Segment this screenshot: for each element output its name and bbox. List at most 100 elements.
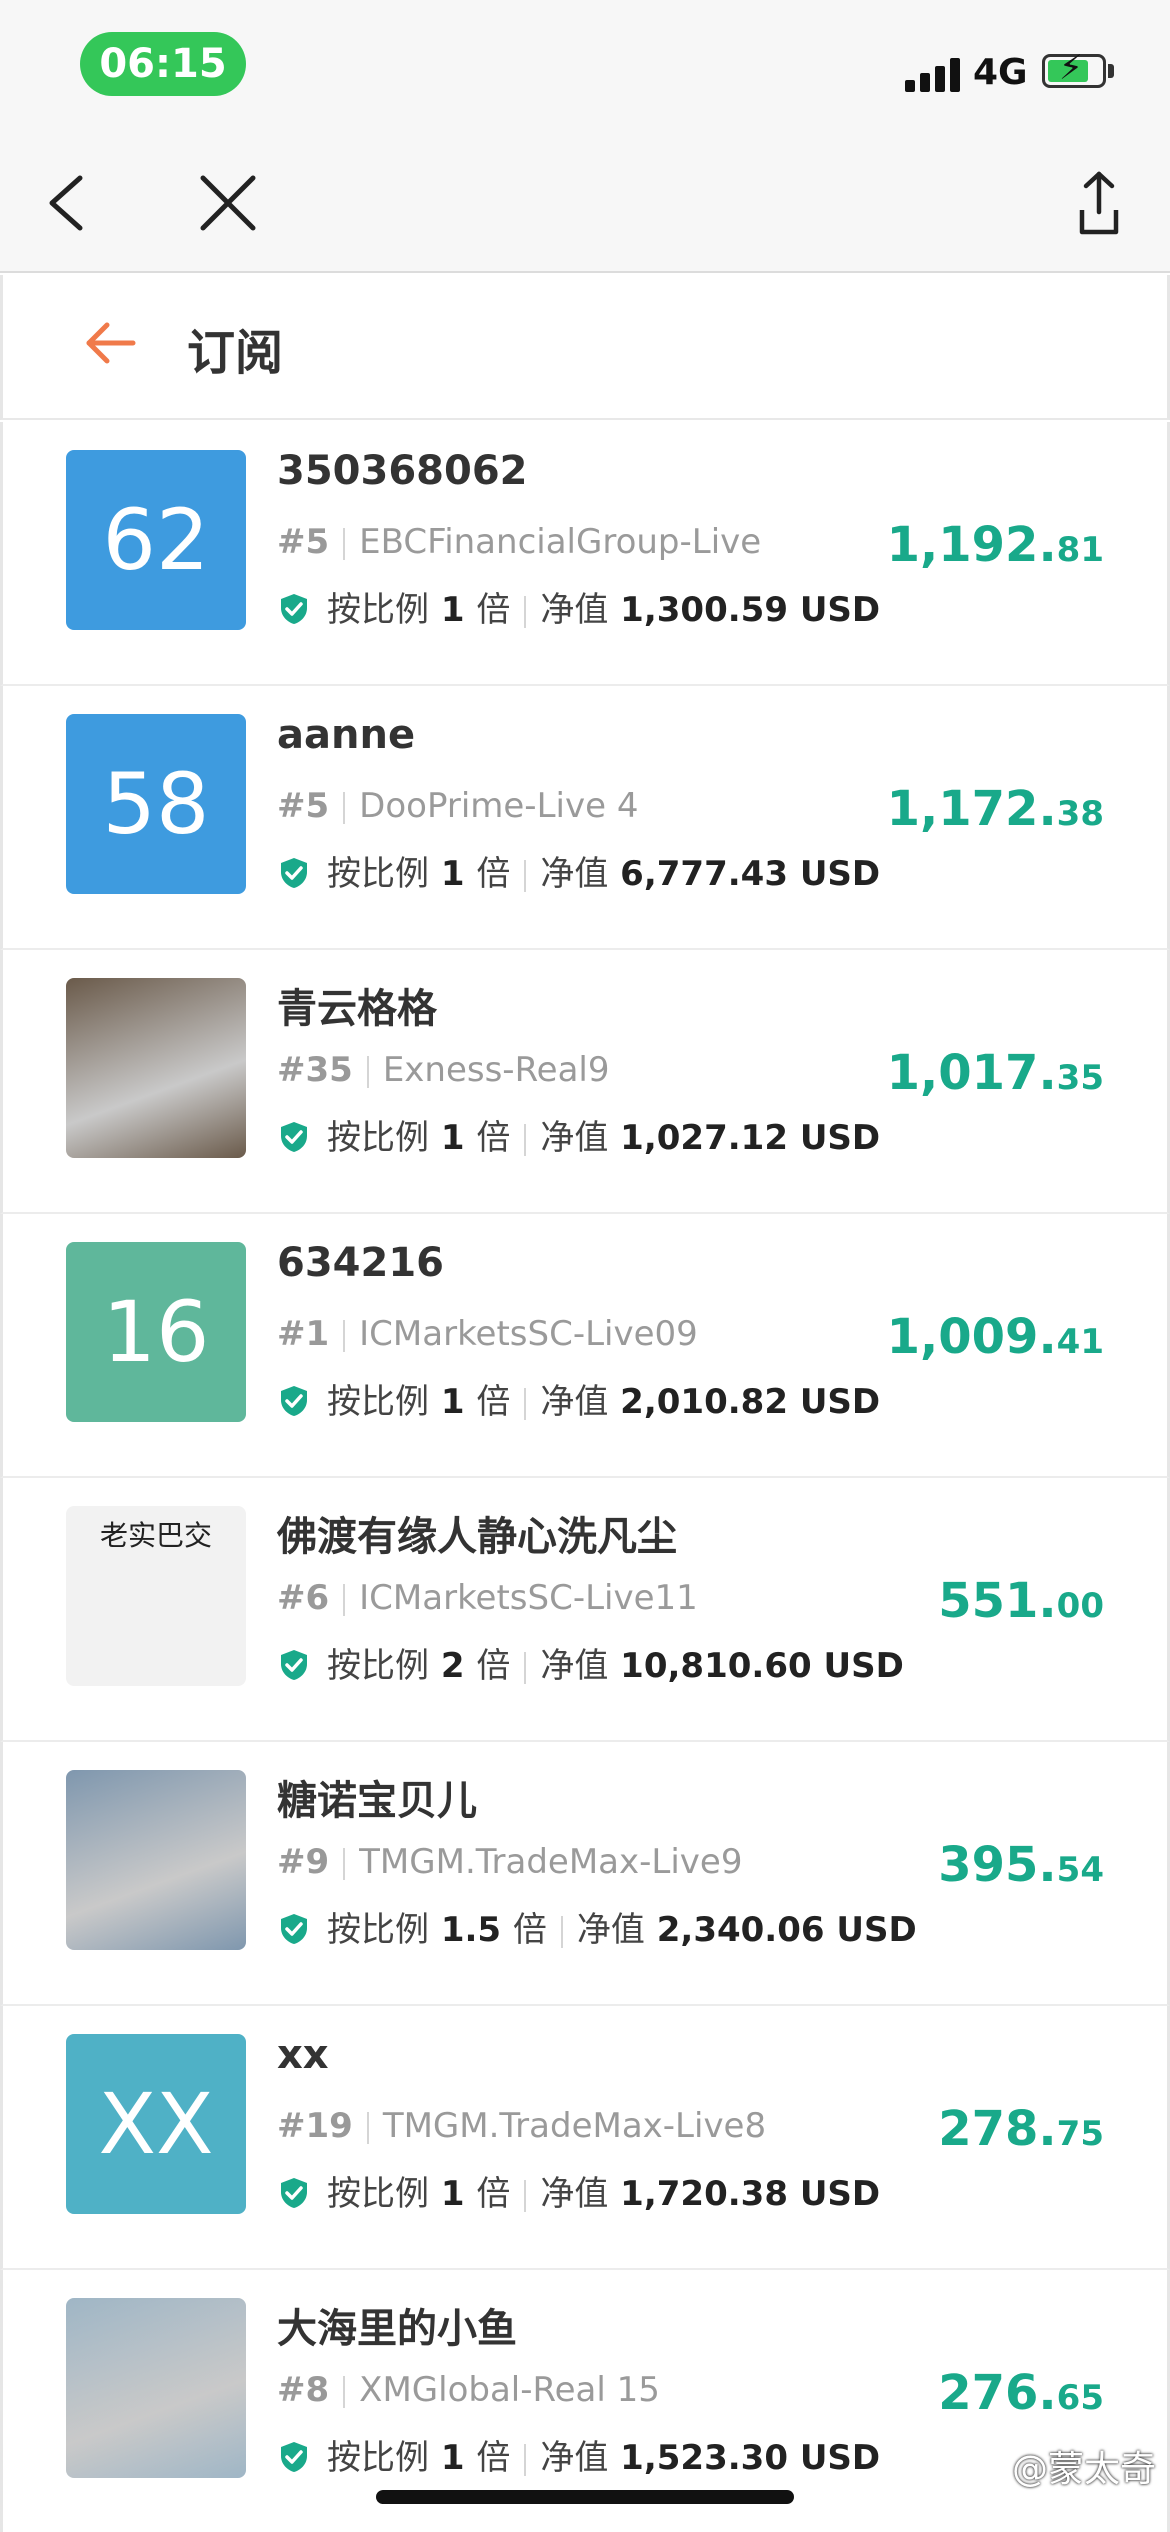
trader-meta: #35 Exness-Real9 — [277, 1050, 610, 1090]
ratio-suffix: 倍 — [476, 2174, 511, 2214]
ratio-prefix: 按比例 — [327, 1382, 429, 1422]
rank-badge: #19 — [277, 2106, 353, 2146]
signal-icon — [905, 58, 963, 92]
ratio-prefix: 按比例 — [327, 590, 429, 630]
equity-currency: USD — [811, 1646, 904, 1686]
equity-label: 净值 — [540, 1646, 609, 1686]
profit-value: 395.54 — [938, 1837, 1104, 1893]
list-item[interactable]: 老实巴交 佛渡有缘人静心洗凡尘 #6 ICMarketsSC-Live11 按比例… — [0, 1478, 1170, 1742]
equity-label: 净值 — [576, 1910, 645, 1950]
page-title: 订阅 — [187, 325, 284, 381]
ratio-suffix: 倍 — [476, 1118, 511, 1158]
equity-int: 1,720. — [608, 2174, 741, 2214]
list-item[interactable]: 16 634216 #1 ICMarketsSC-Live09 按比例 1 倍净值… — [0, 1214, 1170, 1478]
list-item[interactable]: XX xx #19 TMGM.TradeMax-Live8 按比例 1 倍净值 1… — [0, 2006, 1170, 2270]
trader-meta: #19 TMGM.TradeMax-Live8 — [277, 2106, 766, 2146]
profit-dec: 75 — [1056, 2114, 1104, 2154]
ratio-value: 2 — [429, 1646, 477, 1686]
profit-value: 1,172.38 — [887, 781, 1104, 837]
list-item[interactable]: 58 aanne #5 DooPrime-Live 4 按比例 1 倍净值 6,7… — [0, 686, 1170, 950]
close-icon — [200, 175, 256, 231]
list-item[interactable]: 青云格格 #35 Exness-Real9 按比例 1 倍净值 1,027.12 … — [0, 950, 1170, 1214]
avatar-text: XX — [98, 2075, 214, 2173]
shield-check-icon — [281, 2178, 307, 2208]
profit-int: 1,192. — [886, 517, 1057, 573]
equity-dec: 06 — [777, 1910, 825, 1950]
ratio-value: 1.5 — [429, 1910, 513, 1950]
profit-int: 1,009. — [886, 1309, 1057, 1365]
ratio-suffix: 倍 — [512, 1910, 547, 1950]
ratio-suffix: 倍 — [476, 590, 511, 630]
rank-badge: #9 — [277, 1842, 330, 1882]
close-button[interactable] — [193, 168, 263, 238]
rank-badge: #1 — [277, 1314, 330, 1354]
ratio-prefix: 按比例 — [327, 2438, 429, 2478]
profit-int: 1,017. — [886, 1045, 1057, 1101]
back-button[interactable] — [32, 168, 102, 238]
equity-currency: USD — [787, 590, 881, 630]
equity-currency: USD — [787, 2438, 881, 2478]
equity-int: 1,300. — [608, 590, 741, 630]
equity-currency: USD — [787, 854, 881, 894]
chevron-left-icon — [49, 175, 83, 231]
rank-badge: #8 — [277, 2370, 330, 2410]
share-icon — [1079, 171, 1119, 235]
equity-currency: USD — [787, 1118, 881, 1158]
rank-badge: #5 — [277, 522, 330, 562]
ratio-value: 1 — [429, 854, 477, 894]
avatar: 62 — [66, 450, 246, 630]
profit-dec: 41 — [1056, 1322, 1104, 1362]
home-indicator[interactable] — [376, 2490, 794, 2504]
rank-badge: #35 — [277, 1050, 353, 1090]
trader-detail: 按比例 2 倍净值 10,810.60 USD — [277, 1638, 904, 1687]
trader-meta: #9 TMGM.TradeMax-Live9 — [277, 1842, 742, 1882]
ratio-prefix: 按比例 — [327, 1646, 429, 1686]
page-back-button[interactable] — [81, 313, 141, 373]
equity-label: 净值 — [540, 2438, 609, 2478]
avatar — [66, 978, 246, 1158]
equity-label: 净值 — [540, 1382, 609, 1422]
equity-currency: USD — [787, 1382, 881, 1422]
trader-detail: 按比例 1 倍净值 1,300.59 USD — [277, 582, 880, 631]
avatar — [66, 2298, 246, 2478]
watermark: @蒙太奇 — [1011, 2449, 1156, 2490]
trader-detail: 按比例 1 倍净值 1,523.30 USD — [277, 2430, 880, 2479]
server-name: ICMarketsSC-Live11 — [359, 1578, 698, 1618]
ratio-value: 1 — [429, 1118, 477, 1158]
list-item[interactable]: 62 350368062 #5 EBCFinancialGroup-Live 按比… — [0, 422, 1170, 686]
shield-check-icon — [281, 1914, 307, 1944]
profit-value: 278.75 — [938, 2101, 1104, 2157]
profit-value: 1,009.41 — [887, 1309, 1104, 1365]
profit-dec: 35 — [1056, 1058, 1104, 1098]
trader-detail: 按比例 1 倍净值 1,720.38 USD — [277, 2166, 880, 2215]
ratio-suffix: 倍 — [476, 1646, 511, 1686]
profit-int: 551. — [938, 1573, 1057, 1629]
profit-value: 276.65 — [938, 2365, 1104, 2421]
network-type: 4G — [973, 52, 1028, 93]
profit-dec: 65 — [1056, 2378, 1104, 2418]
shield-check-icon — [281, 594, 307, 624]
shield-check-icon — [281, 2442, 307, 2472]
server-name: TMGM.TradeMax-Live9 — [359, 1842, 743, 1882]
ratio-prefix: 按比例 — [327, 2174, 429, 2214]
battery-icon: ⚡ — [1042, 51, 1106, 88]
trader-meta: #8 XMGlobal-Real 15 — [277, 2370, 660, 2410]
avatar: 58 — [66, 714, 246, 894]
browser-nav — [0, 130, 1170, 273]
trader-detail: 按比例 1 倍净值 1,027.12 USD — [277, 1110, 880, 1159]
equity-label: 净值 — [540, 1118, 609, 1158]
server-name: XMGlobal-Real 15 — [359, 2370, 660, 2410]
list-item[interactable]: 糖诺宝贝儿 #9 TMGM.TradeMax-Live9 按比例 1.5 倍净值 … — [0, 1742, 1170, 2006]
trader-name: 350368062 — [277, 448, 528, 494]
profit-dec: 38 — [1056, 794, 1104, 834]
status-time: 06:15 — [80, 32, 246, 96]
server-name: TMGM.TradeMax-Live8 — [382, 2106, 767, 2146]
server-name: DooPrime-Live 4 — [359, 786, 639, 826]
equity-label: 净值 — [540, 590, 609, 630]
profit-int: 1,172. — [886, 781, 1057, 837]
share-button[interactable] — [1064, 168, 1134, 238]
battery-cap — [1108, 64, 1114, 78]
equity-dec: 82 — [740, 1382, 788, 1422]
profit-value: 1,017.35 — [887, 1045, 1104, 1101]
profit-value: 1,192.81 — [887, 517, 1104, 573]
